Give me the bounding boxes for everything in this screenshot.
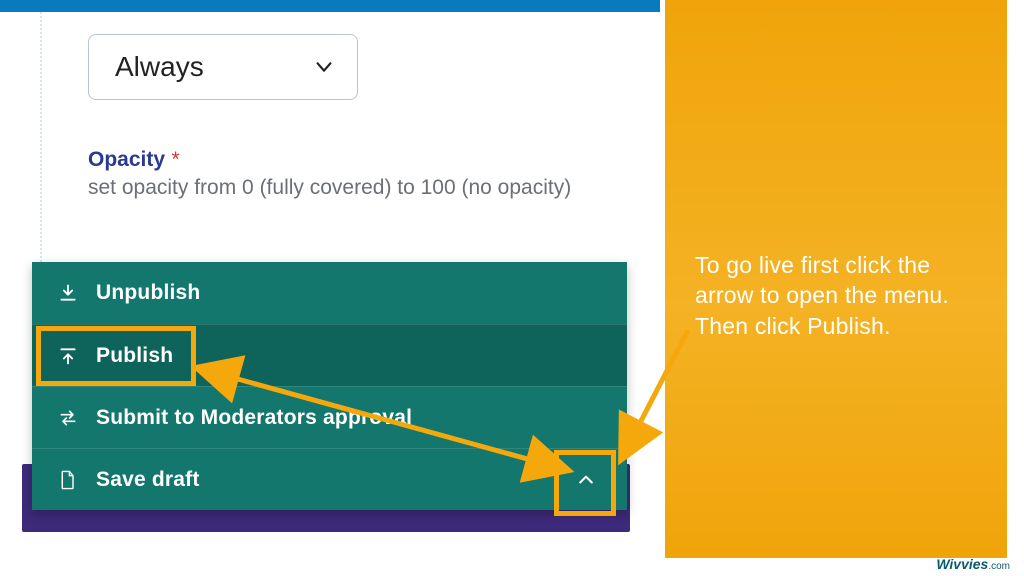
upload-icon (54, 346, 82, 366)
menu-label: Submit to Moderators approval (96, 406, 412, 430)
form-screenshot: Always Opacity * set opacity from 0 (ful… (0, 0, 660, 576)
instruction-panel: To go live first click the arrow to open… (665, 0, 1007, 558)
swap-icon (54, 408, 82, 428)
menu-item-submit-moderators[interactable]: Submit to Moderators approval (32, 386, 627, 448)
menu-item-save-draft[interactable]: Save draft (32, 448, 627, 510)
instruction-text: To go live first click the arrow to open… (695, 250, 985, 341)
guide-line (40, 12, 42, 262)
document-icon (54, 470, 82, 490)
menu-item-publish[interactable]: Publish (32, 324, 627, 386)
chevron-down-icon (313, 56, 335, 78)
menu-label: Unpublish (96, 281, 200, 305)
menu-label: Publish (96, 344, 173, 368)
menu-item-unpublish[interactable]: Unpublish (32, 262, 627, 324)
chevron-up-icon (576, 470, 596, 490)
opacity-field: Opacity * set opacity from 0 (fully cove… (88, 148, 571, 200)
opacity-label: Opacity (88, 148, 165, 171)
menu-label: Save draft (96, 468, 200, 492)
brand-name: Wivvies (936, 556, 988, 572)
menu-collapse-button[interactable] (559, 457, 613, 503)
dropdown-selected-label: Always (115, 51, 204, 83)
always-dropdown[interactable]: Always (88, 34, 358, 100)
opacity-help-text: set opacity from 0 (fully covered) to 10… (88, 176, 571, 200)
download-icon (54, 283, 82, 303)
required-star: * (171, 148, 179, 171)
brand-watermark: Wivvies.com (936, 556, 1010, 572)
window-title-bar (0, 0, 660, 12)
publish-menu: Unpublish Publish Submit to Moderators a… (32, 262, 627, 510)
brand-suffix: .com (988, 561, 1010, 572)
